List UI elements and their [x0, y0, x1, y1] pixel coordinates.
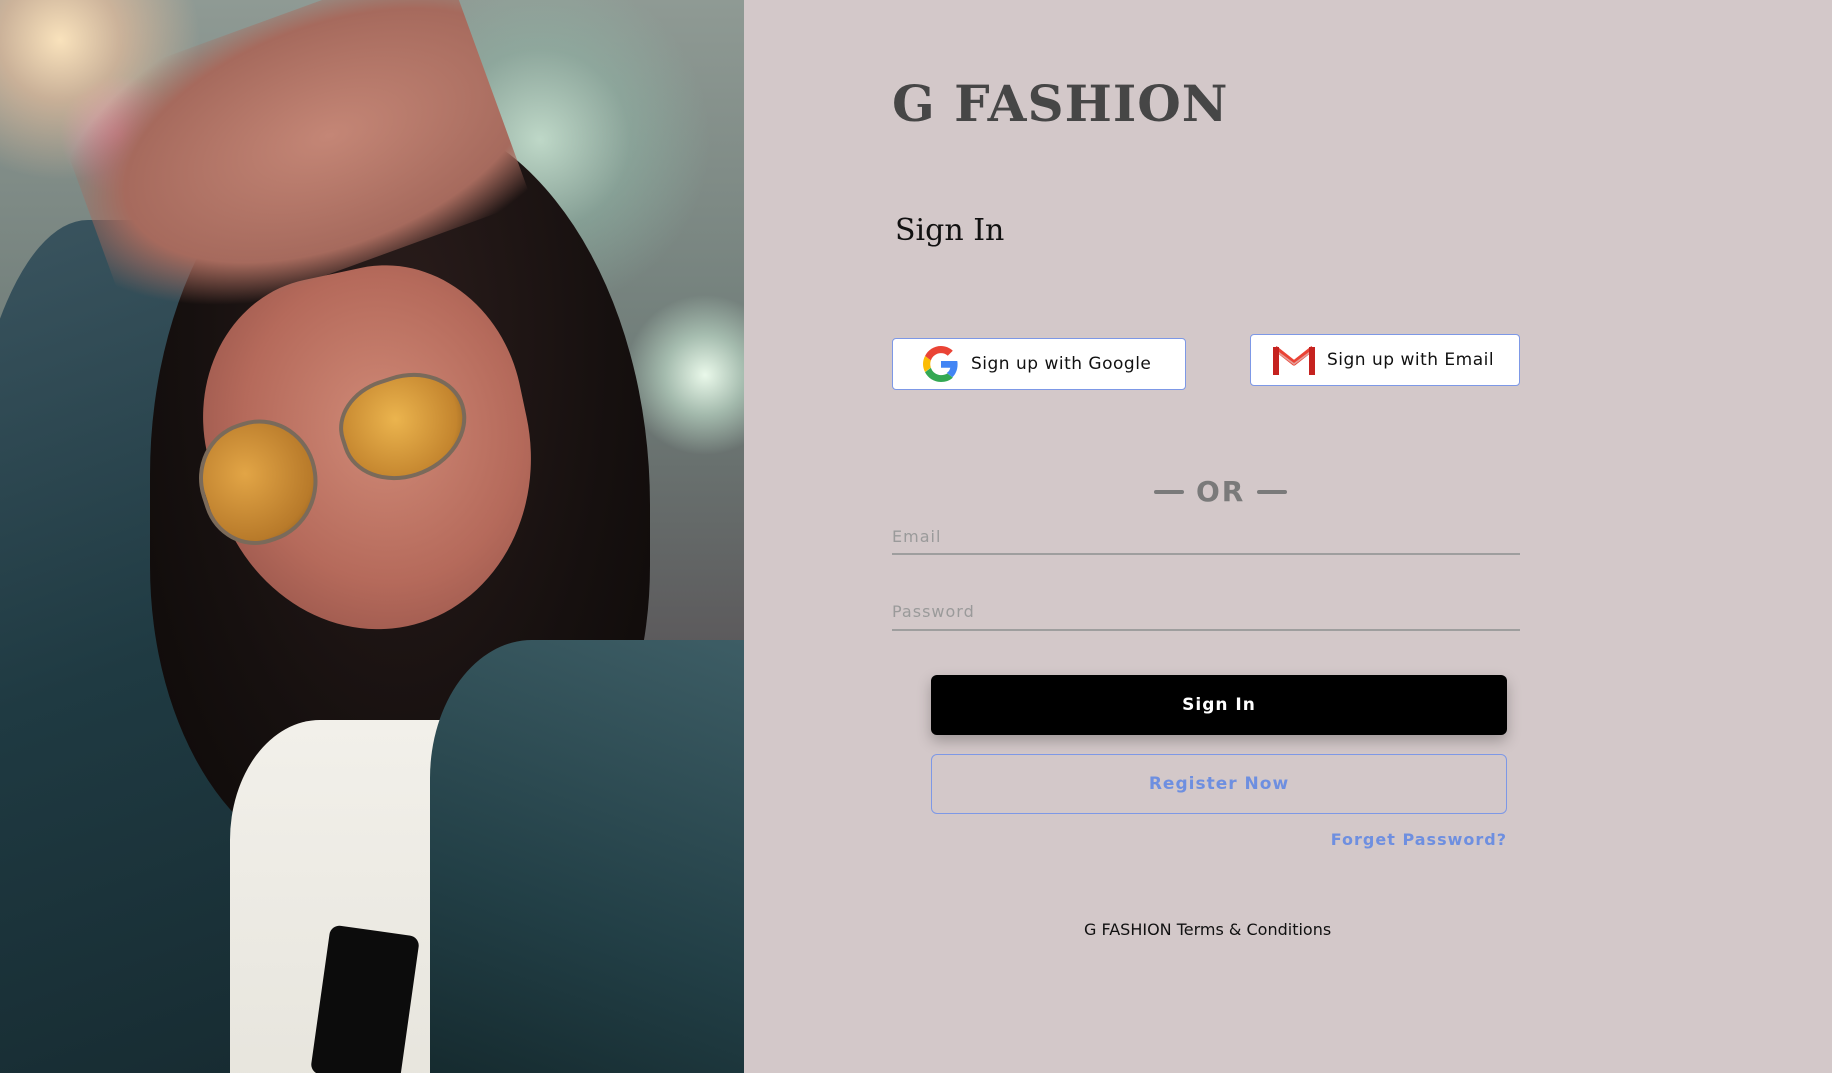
register-button[interactable]: Register Now: [931, 754, 1507, 814]
google-signup-button[interactable]: Sign up with Google: [892, 338, 1186, 390]
auth-panel: G FASHION Sign In Sign up with Google Si…: [744, 0, 1832, 1073]
photo-jacket-right: [430, 640, 744, 1073]
google-logo-icon: [923, 346, 959, 382]
divider-line-left: [1154, 489, 1184, 494]
terms-link[interactable]: G FASHION Terms & Conditions: [1084, 920, 1331, 939]
gmail-logo-icon: [1273, 344, 1315, 376]
divider-line-right: [1257, 489, 1288, 494]
page-title: Sign In: [895, 213, 1005, 248]
signin-page: G FASHION Sign In Sign up with Google Si…: [0, 0, 1832, 1073]
brand-logo: G FASHION: [892, 74, 1229, 133]
divider-text: OR: [1196, 475, 1246, 508]
password-field[interactable]: [892, 598, 1520, 631]
email-field[interactable]: [892, 523, 1520, 555]
forgot-password-link[interactable]: Forget Password?: [1331, 830, 1507, 849]
email-signup-label: Sign up with Email: [1327, 350, 1495, 370]
or-divider: OR: [1154, 475, 1288, 508]
email-signup-button[interactable]: Sign up with Email: [1250, 334, 1520, 386]
hero-photo: [0, 0, 744, 1073]
google-signup-label: Sign up with Google: [971, 354, 1152, 374]
sign-in-button[interactable]: Sign In: [931, 675, 1507, 735]
